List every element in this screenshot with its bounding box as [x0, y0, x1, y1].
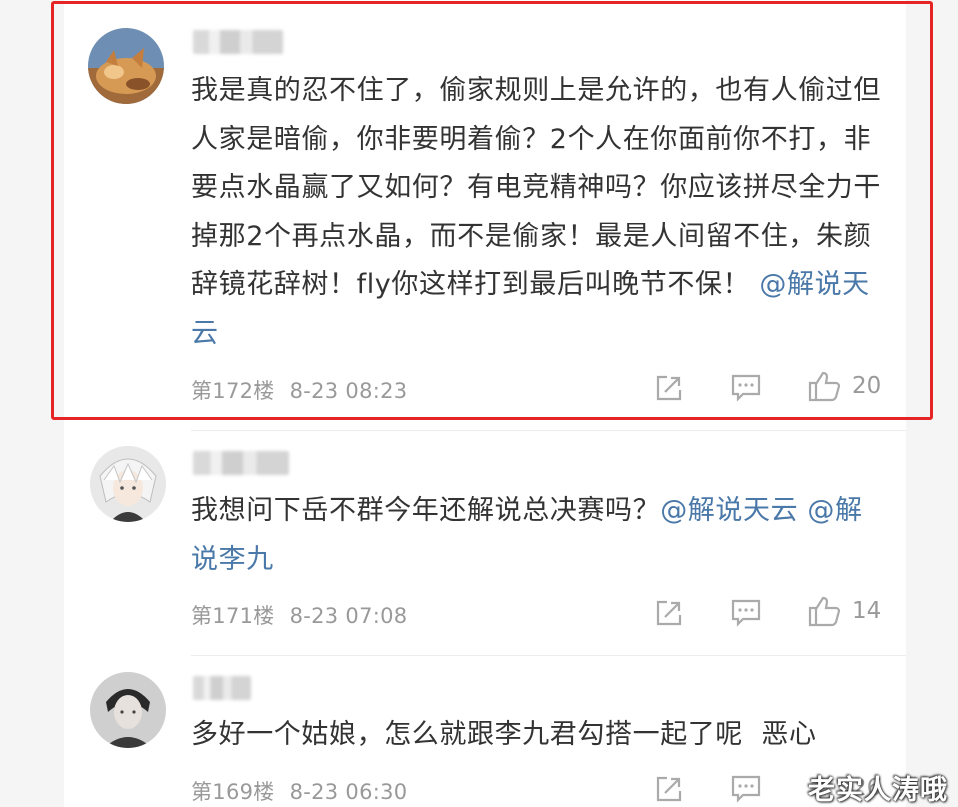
comment-body: 我想问下岳不群今年还解说总决赛吗？ — [191, 495, 661, 526]
comment-meta: 第172楼 8-23 08:23 — [191, 375, 407, 405]
divider — [191, 430, 906, 431]
like-count: 14 — [852, 598, 882, 624]
reply-icon[interactable] — [731, 374, 761, 402]
floor-number: 第169楼 — [191, 780, 275, 804]
username-blurred[interactable] — [193, 451, 289, 475]
comment-text: 我是真的忍不住了，偷家规则上是允许的，也有人偷过但人家是暗偷，你非要明着偷？2个… — [191, 67, 891, 358]
comment-text: 多好一个姑娘，怎么就跟李九君勾搭一起了呢 恶心 — [191, 711, 891, 760]
comment-meta: 第169楼 8-23 06:30 — [191, 776, 407, 806]
comment-time: 8-23 06:30 — [289, 780, 408, 804]
watermark: 老实人涛哦 — [808, 775, 948, 806]
username-blurred[interactable] — [193, 30, 283, 54]
thumbs-up-icon[interactable] — [808, 595, 840, 627]
reply-icon[interactable] — [731, 775, 761, 803]
comment-time: 8-23 08:23 — [289, 379, 408, 403]
anime-avatar-icon[interactable] — [90, 446, 166, 522]
thumbs-up-icon[interactable] — [808, 370, 840, 402]
fox-avatar-icon[interactable] — [88, 28, 164, 104]
person-avatar-icon[interactable] — [90, 672, 166, 748]
comment-body: 多好一个姑娘，怎么就跟李九君勾搭一起了呢 恶心 — [191, 719, 817, 750]
share-icon[interactable] — [655, 374, 683, 402]
mention-link[interactable]: @解说天云 — [660, 495, 798, 526]
username-blurred[interactable] — [193, 676, 251, 700]
comment-time: 8-23 07:08 — [289, 604, 408, 628]
comment-body: 我是真的忍不住了，偷家规则上是允许的，也有人偷过但人家是暗偷，你非要明着偷？2个… — [191, 75, 881, 300]
comment-text: 我想问下岳不群今年还解说总决赛吗？@解说天云 @解说李九 — [191, 487, 881, 584]
share-icon[interactable] — [655, 775, 683, 803]
like-count: 20 — [852, 373, 882, 399]
comment-meta: 第171楼 8-23 07:08 — [191, 600, 407, 630]
share-icon[interactable] — [655, 599, 683, 627]
reply-icon[interactable] — [731, 599, 761, 627]
divider — [191, 655, 906, 656]
floor-number: 第172楼 — [191, 379, 275, 403]
floor-number: 第171楼 — [191, 604, 275, 628]
